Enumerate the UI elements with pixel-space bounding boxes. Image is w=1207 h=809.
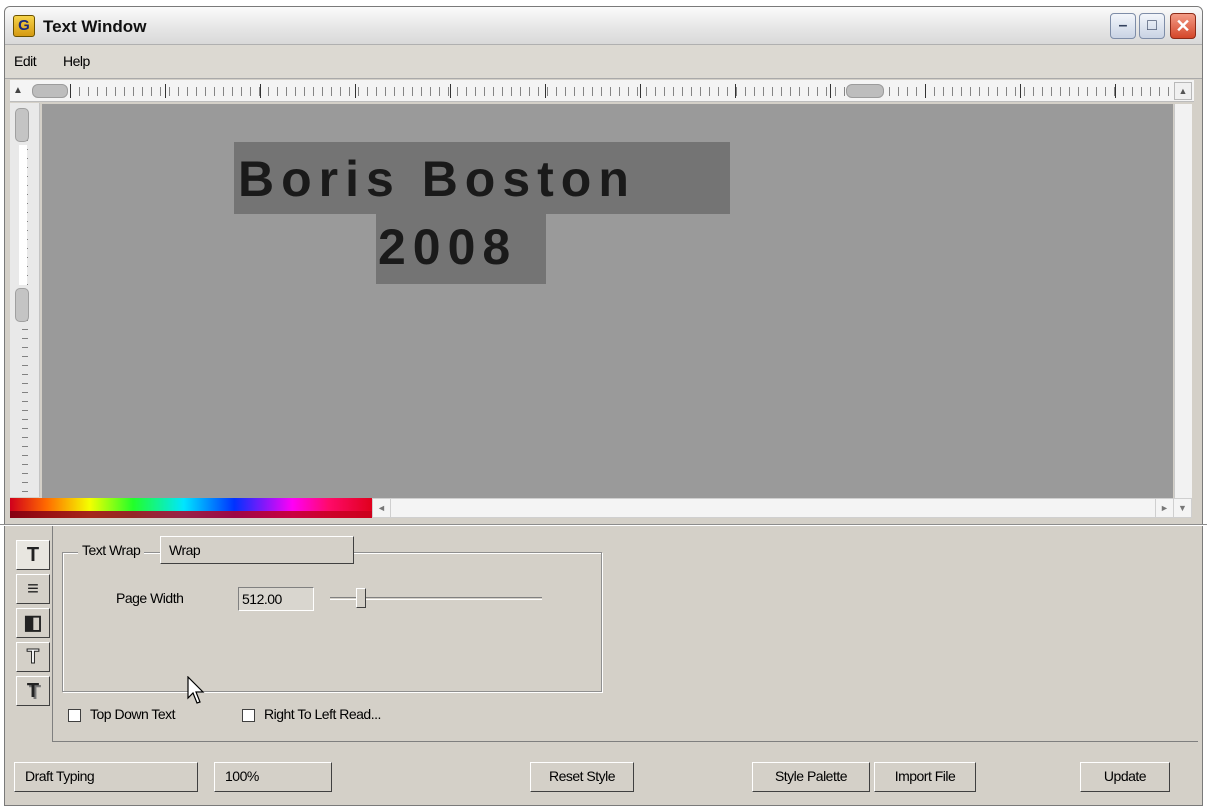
checkbox-box[interactable] [68,709,81,722]
paragraph-icon: ≡ [27,578,39,600]
scroll-up-icon[interactable]: ▲ [1174,82,1192,100]
page-width-input[interactable] [238,587,314,611]
maximize-button[interactable]: □ [1139,13,1165,39]
left-margin-marker[interactable] [32,84,68,98]
zoom-button[interactable]: 100% [214,762,332,792]
text-style-tab[interactable]: T [16,540,50,570]
import-file-button[interactable]: Import File [874,762,976,792]
text-icon: T [26,544,40,566]
paragraph-style-tab[interactable]: ≡ [16,574,50,604]
page-width-label: Page Width [116,590,184,606]
app-icon: G [13,15,35,37]
horizontal-ruler[interactable] [10,80,1194,102]
menu-bar: Edit Help [5,45,1202,79]
ruler-origin-icon[interactable]: ▲ [10,82,26,100]
scroll-right-icon[interactable]: ► [1155,499,1173,517]
close-icon: ✕ [1175,16,1191,36]
outline-style-tab[interactable]: T [16,642,50,672]
text-canvas[interactable]: Boris Boston 2008 [42,104,1173,498]
reset-style-button[interactable]: Reset Style [530,762,634,792]
close-button[interactable]: ✕ [1170,13,1196,39]
text-wrap-dropdown[interactable]: Wrap [160,536,354,564]
checkbox-label: Top Down Text [90,706,176,722]
window-title: Text Window [43,17,147,36]
right-margin-marker[interactable] [846,84,884,98]
menu-edit[interactable]: Edit [14,53,37,69]
page-width-slider-thumb[interactable] [356,588,366,608]
menu-help[interactable]: Help [63,53,90,69]
scroll-down-icon[interactable]: ▼ [1173,499,1191,517]
vertical-scrollbar[interactable] [1174,104,1192,498]
top-margin-marker[interactable] [15,108,29,142]
scroll-left-icon[interactable]: ◄ [373,499,391,517]
minimize-icon: – [1118,17,1128,34]
fill-style-tab[interactable]: ◧ [16,608,50,638]
update-button[interactable]: Update [1080,762,1170,792]
bottom-margin-marker[interactable] [15,288,29,322]
title-bar: G Text Window – □ ✕ [5,7,1202,45]
checkbox-label: Right To Left Read... [264,706,381,722]
outline-text-icon: T [26,646,40,669]
vertical-ruler-range [19,145,27,285]
minimize-button[interactable]: – [1110,13,1136,39]
fill-icon: ◧ [23,612,43,634]
shadow-style-tab[interactable]: T [16,676,50,706]
style-tool-tabs: T ≡ ◧ T T [16,540,52,706]
canvas-text-line[interactable]: 2008 [378,218,517,276]
shadow-text-icon: T [26,680,40,702]
draft-typing-button[interactable]: Draft Typing [14,762,198,792]
top-down-text-checkbox[interactable]: Top Down Text [68,706,228,726]
text-wrap-label: Text Wrap [78,542,145,558]
right-to-left-checkbox[interactable]: Right To Left Read... [242,706,442,726]
horizontal-scrollbar[interactable]: ◄ ► ▼ [372,498,1192,518]
bottom-toolbar: Draft Typing 100% Reset Style Style Pale… [0,750,1207,798]
checkbox-box[interactable] [242,709,255,722]
canvas-text-line[interactable]: Boris Boston [238,150,636,208]
color-picker-strip[interactable] [10,498,372,518]
text-wrap-group [62,552,602,692]
mouse-cursor-icon [187,676,205,704]
style-palette-button[interactable]: Style Palette [752,762,870,792]
ruler-major-ticks [70,84,1180,98]
maximize-icon: □ [1147,17,1157,34]
